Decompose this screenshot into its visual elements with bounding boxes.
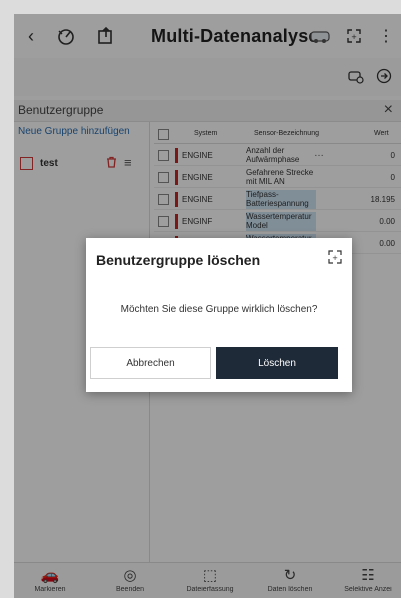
dialog-message: Möchten Sie diese Gruppe wirklich lösche… [120, 304, 318, 315]
screenshot-frame: ‹ Multi-Datenanalyse + ⋮ Benutzergruppe … [0, 0, 401, 598]
delete-group-dialog: Benutzergruppe löschen + Möchten Sie die… [86, 238, 352, 392]
app-window: ‹ Multi-Datenanalyse + ⋮ Benutzergruppe … [14, 14, 401, 598]
expand-icon[interactable]: + [328, 250, 342, 264]
dialog-title: Benutzergruppe löschen [96, 252, 261, 268]
confirm-delete-button[interactable]: Löschen [216, 347, 338, 379]
svg-text:+: + [332, 254, 338, 262]
cancel-button[interactable]: Abbrechen [90, 347, 211, 379]
